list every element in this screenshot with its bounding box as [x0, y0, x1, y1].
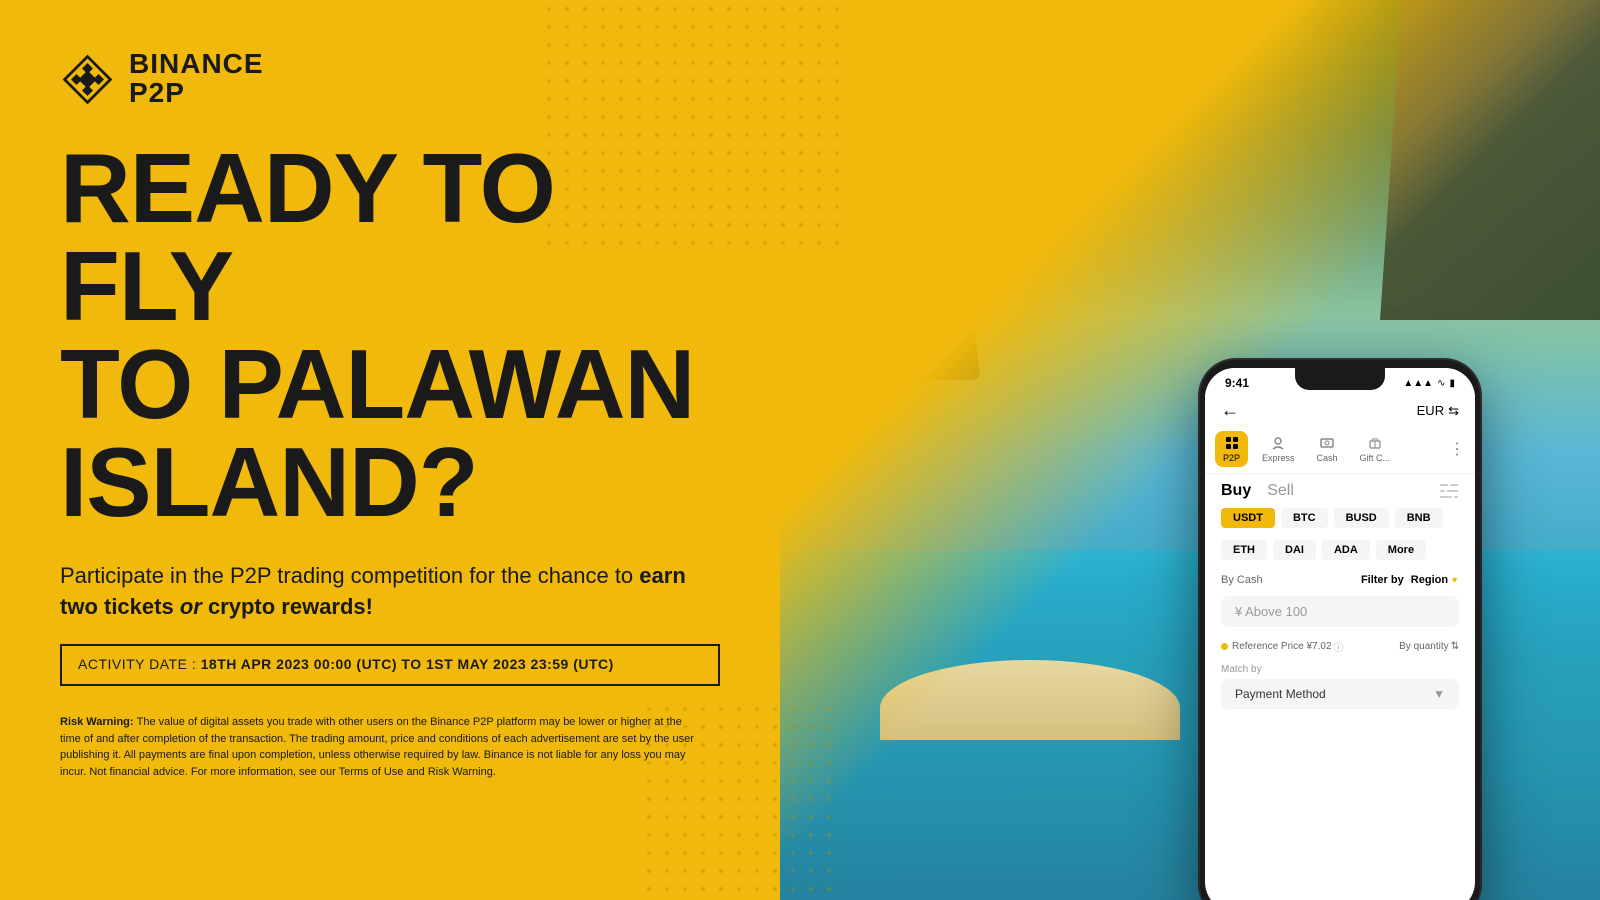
activity-label: ACTIVITY DATE : [78, 656, 201, 672]
chip-dai[interactable]: DAI [1273, 540, 1316, 560]
status-time: 9:41 [1225, 376, 1249, 390]
tab-express-label: Express [1262, 453, 1295, 463]
match-row: Match by Payment Method ▼ [1205, 660, 1475, 713]
risk-title: Risk Warning: [60, 716, 137, 728]
ref-price-info-icon: ⓘ [1334, 639, 1344, 654]
region-label: Region [1411, 574, 1448, 586]
payment-chevron-icon: ▼ [1433, 687, 1445, 701]
subheadline-part1: Participate in the P2P trading competiti… [60, 563, 639, 588]
chip-btc[interactable]: BTC [1281, 508, 1328, 528]
crypto-row-2: ETH DAI ADA More [1205, 536, 1475, 568]
phone-screen: 9:41 ▲▲▲ ∿ ▮ ← EUR ⇆ [1205, 368, 1475, 900]
ref-price-text: Reference Price ¥7.02 [1232, 641, 1332, 652]
amount-placeholder: ¥ Above 100 [1235, 604, 1307, 619]
status-icons: ▲▲▲ ∿ ▮ [1403, 378, 1455, 389]
filter-icon[interactable] [1439, 483, 1459, 499]
sell-tab[interactable]: Sell [1267, 482, 1294, 500]
buy-sell-row: Buy Sell [1205, 474, 1475, 504]
risk-body: The value of digital assets you trade wi… [60, 716, 694, 778]
sort-icon: ⇅ [1451, 641, 1459, 652]
filter-triangle-icon: ▼ [1450, 575, 1459, 585]
tab-cash[interactable]: Cash [1309, 431, 1346, 467]
headline-line2: TO PALAWAN [60, 329, 694, 439]
match-label: Match by [1221, 664, 1459, 675]
binance-brand-name: BINANCE [129, 50, 264, 78]
main-container: BINANCE P2P READY TO FLY TO PALAWAN ISLA… [0, 0, 1600, 900]
express-icon [1270, 435, 1286, 451]
subheadline: Participate in the P2P trading competiti… [60, 561, 700, 623]
ref-price-label: Reference Price ¥7.02 ⓘ [1221, 639, 1344, 654]
by-quantity-label: By quantity [1399, 641, 1448, 652]
tab-p2p-label: P2P [1223, 453, 1240, 463]
buy-tab[interactable]: Buy [1221, 482, 1251, 500]
chip-bnb[interactable]: BNB [1395, 508, 1443, 528]
headline-line1: READY TO FLY [60, 133, 555, 341]
binance-logo-icon [60, 52, 115, 107]
filter-by-text: Filter by [1361, 574, 1404, 586]
currency-selector[interactable]: EUR ⇆ [1417, 403, 1459, 419]
app-header: ← EUR ⇆ [1205, 394, 1475, 425]
tab-gift[interactable]: Gift C... [1352, 431, 1399, 467]
subheadline-bold2: crypto rewards! [208, 594, 373, 619]
p2p-brand-label: P2P [129, 78, 264, 109]
p2p-icon [1224, 435, 1240, 451]
wifi-icon: ∿ [1437, 378, 1445, 389]
tab-express[interactable]: Express [1254, 431, 1303, 467]
tab-more-icon[interactable]: ⋮ [1449, 439, 1465, 459]
tab-cash-label: Cash [1317, 453, 1338, 463]
by-quantity[interactable]: By quantity ⇅ [1399, 641, 1459, 652]
amount-input-box[interactable]: ¥ Above 100 [1221, 596, 1459, 627]
right-section: 9:41 ▲▲▲ ∿ ▮ ← EUR ⇆ [780, 0, 1600, 900]
chip-usdt[interactable]: USDT [1221, 508, 1275, 528]
amount-input-row: ¥ Above 100 [1205, 592, 1475, 635]
tab-p2p[interactable]: P2P [1215, 431, 1248, 467]
activity-date: 18TH APR 2023 00:00 (UTC) TO 1ST MAY 202… [201, 656, 614, 672]
currency-label: EUR [1417, 403, 1444, 418]
risk-warning: Risk Warning: The value of digital asset… [60, 714, 700, 780]
gift-icon [1367, 435, 1383, 451]
left-section: BINANCE P2P READY TO FLY TO PALAWAN ISLA… [0, 0, 780, 900]
logo-container: BINANCE P2P [60, 50, 720, 109]
phone-body: 9:41 ▲▲▲ ∿ ▮ ← EUR ⇆ [1200, 360, 1480, 900]
payment-method-label: Payment Method [1235, 687, 1326, 701]
subheadline-italic: or [174, 594, 208, 619]
tab-gift-label: Gift C... [1360, 453, 1391, 463]
chip-eth[interactable]: ETH [1221, 540, 1267, 560]
by-cash-label: By Cash [1221, 574, 1263, 586]
headline-line3: ISLAND? [60, 427, 478, 537]
cash-icon [1319, 435, 1335, 451]
chip-busd[interactable]: BUSD [1334, 508, 1389, 528]
activity-date-text: ACTIVITY DATE : 18TH APR 2023 00:00 (UTC… [78, 656, 614, 672]
ref-price-dot [1221, 643, 1228, 650]
chip-ada[interactable]: ADA [1322, 540, 1370, 560]
crypto-row-1: USDT BTC BUSD BNB [1205, 504, 1475, 536]
signal-icon: ▲▲▲ [1403, 378, 1433, 389]
filter-row: By Cash Filter by Region ▼ [1205, 568, 1475, 592]
battery-icon: ▮ [1449, 378, 1455, 389]
back-arrow-icon[interactable]: ← [1221, 400, 1239, 421]
main-headline: READY TO FLY TO PALAWAN ISLAND? [60, 139, 720, 531]
activity-date-box: ACTIVITY DATE : 18TH APR 2023 00:00 (UTC… [60, 644, 720, 686]
chip-more[interactable]: More [1376, 540, 1426, 560]
tab-navigation: P2P Express Cash [1205, 425, 1475, 474]
cliff-left [800, 0, 980, 380]
filter-region[interactable]: Filter by Region ▼ [1361, 574, 1459, 586]
payment-method-box[interactable]: Payment Method ▼ [1221, 679, 1459, 709]
currency-switch-icon: ⇆ [1448, 403, 1459, 419]
phone-mockup: 9:41 ▲▲▲ ∿ ▮ ← EUR ⇆ [1200, 360, 1480, 900]
logo-text-group: BINANCE P2P [129, 50, 264, 109]
ref-price-row: Reference Price ¥7.02 ⓘ By quantity ⇅ [1205, 635, 1475, 660]
phone-notch [1295, 368, 1385, 390]
cliff-right [1380, 0, 1600, 320]
